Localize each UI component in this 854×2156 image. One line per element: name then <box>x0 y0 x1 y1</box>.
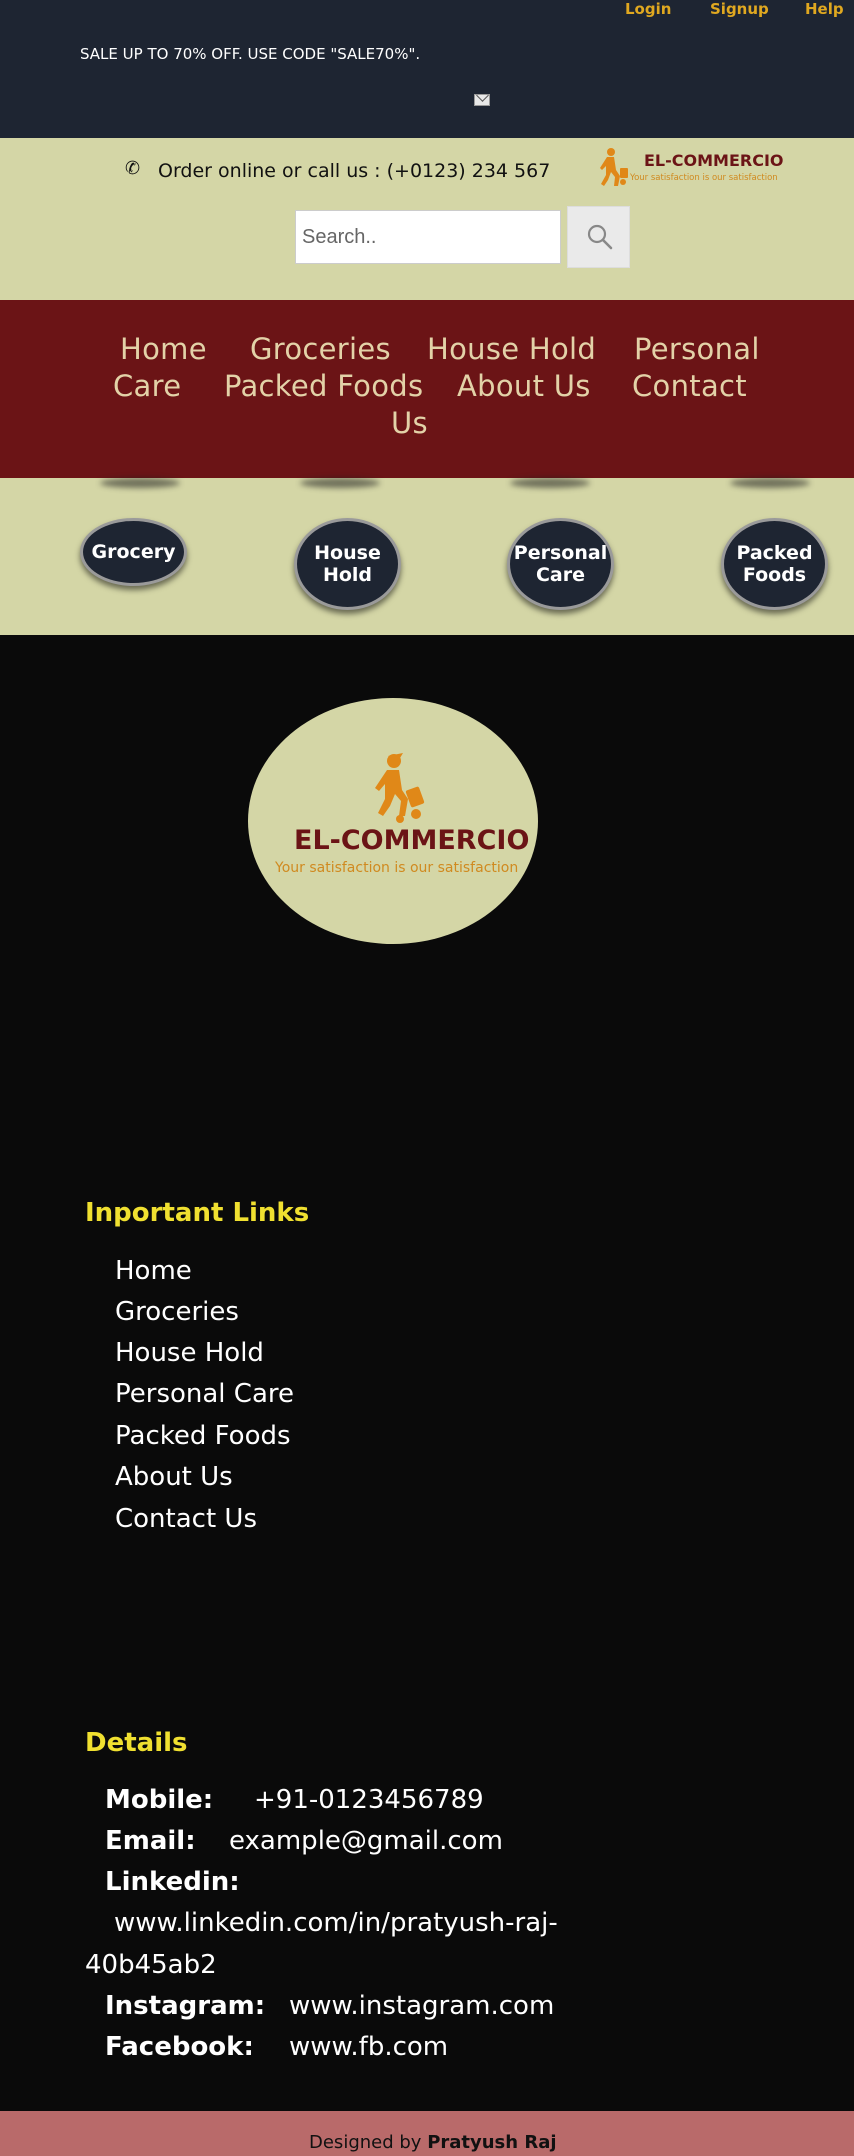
nav-item-packed-foods[interactable]: Packed Foods <box>224 369 423 403</box>
detail-facebook-row: Facebook: <box>105 2032 254 2062</box>
main-nav: Home Groceries House Hold Personal Care … <box>0 300 854 478</box>
footer-logo: EL-COMMERCIO Your satisfaction is our sa… <box>248 698 538 944</box>
top-bar: SALE UP TO 70% OFF. USE CODE "SALE70%". … <box>0 0 854 138</box>
search-button[interactable] <box>567 206 630 268</box>
help-link[interactable]: Help <box>805 0 844 18</box>
important-links-heading: Inportant Links <box>85 1198 310 1228</box>
signup-link[interactable]: Signup <box>710 0 769 18</box>
login-link[interactable]: Login <box>625 0 671 18</box>
shadow-decoration <box>300 478 380 488</box>
category-packed-foods-button[interactable]: Packed Foods <box>721 518 828 610</box>
footer-link-home[interactable]: Home <box>115 1256 192 1286</box>
category-label: Care <box>535 564 586 586</box>
nav-item-groceries[interactable]: Groceries <box>250 332 391 366</box>
detail-instagram-row: Instagram: <box>105 1991 265 2021</box>
facebook-value[interactable]: www.fb.com <box>289 2032 448 2062</box>
credit-prefix: Designed by <box>309 2132 422 2153</box>
category-grocery-button[interactable]: Grocery <box>80 518 187 586</box>
search-input[interactable] <box>295 210 561 264</box>
nav-item-home[interactable]: Home <box>120 332 207 366</box>
nav-item-about-us[interactable]: About Us <box>457 369 591 403</box>
category-label: Foods <box>742 564 807 586</box>
facebook-label: Facebook: <box>105 2032 254 2062</box>
logo-tagline: Your satisfaction is our satisfaction <box>629 173 778 183</box>
order-phone-text: Order online or call us : (+0123) 234 56… <box>158 160 551 182</box>
mobile-value[interactable]: +91-0123456789 <box>254 1785 484 1815</box>
detail-email-row: Email: <box>105 1826 196 1856</box>
footer-link-groceries[interactable]: Groceries <box>115 1297 239 1327</box>
footer-link-house-hold[interactable]: House Hold <box>115 1338 264 1368</box>
header-band: ✆ Order online or call us : (+0123) 234 … <box>0 138 854 300</box>
category-label: Personal <box>513 542 608 564</box>
designer-credit: Designed by Pratyush Raj <box>309 2132 557 2153</box>
nav-item-personal-care-cont[interactable]: Care <box>113 369 181 403</box>
phone-icon: ✆ <box>125 158 141 179</box>
footer-logo-title: EL-COMMERCIO <box>294 825 529 856</box>
shadow-decoration <box>510 478 590 488</box>
nav-item-house-hold[interactable]: House Hold <box>427 332 596 366</box>
email-label: Email: <box>105 1826 196 1856</box>
email-value[interactable]: example@gmail.com <box>229 1826 503 1856</box>
footer-link-contact-us[interactable]: Contact Us <box>115 1504 257 1534</box>
instagram-label: Instagram: <box>105 1991 266 2021</box>
linkedin-value-cont[interactable]: 40b45ab2 <box>85 1950 217 1980</box>
details-heading: Details <box>85 1728 188 1758</box>
category-label: House <box>314 542 381 564</box>
category-house-hold-button[interactable]: House Hold <box>294 518 401 610</box>
credit-name: Pratyush Raj <box>427 2132 557 2153</box>
logo[interactable]: EL-COMMERCIO Your satisfaction is our sa… <box>592 146 787 192</box>
linkedin-label: Linkedin: <box>105 1867 240 1897</box>
search-icon <box>587 224 613 250</box>
footer-link-personal-care[interactable]: Personal Care <box>115 1379 294 1409</box>
footer-logo-tagline: Your satisfaction is our satisfaction <box>274 860 518 876</box>
footer-link-about-us[interactable]: About Us <box>115 1462 233 1492</box>
shadow-decoration <box>730 478 810 488</box>
envelope-icon <box>474 94 490 106</box>
category-label: Grocery <box>91 541 176 563</box>
logo-title: EL-COMMERCIO <box>644 151 784 170</box>
shadow-decoration <box>100 478 180 488</box>
detail-linkedin-row: Linkedin: <box>105 1867 240 1897</box>
category-label: Packed <box>736 542 813 564</box>
category-label: Hold <box>322 564 373 586</box>
category-personal-care-button[interactable]: Personal Care <box>507 518 614 610</box>
nav-item-personal-care[interactable]: Personal <box>634 332 760 366</box>
instagram-value[interactable]: www.instagram.com <box>289 1991 554 2021</box>
linkedin-value[interactable]: www.linkedin.com/in/pratyush-raj- <box>114 1908 558 1938</box>
nav-item-contact-us[interactable]: Contact <box>632 369 747 403</box>
detail-mobile-row: Mobile: <box>105 1785 213 1815</box>
footer-link-packed-foods[interactable]: Packed Foods <box>115 1421 291 1451</box>
mobile-label: Mobile: <box>105 1785 214 1815</box>
sale-banner-text: SALE UP TO 70% OFF. USE CODE "SALE70%". <box>80 45 421 63</box>
nav-item-contact-us-cont[interactable]: Us <box>391 406 428 440</box>
